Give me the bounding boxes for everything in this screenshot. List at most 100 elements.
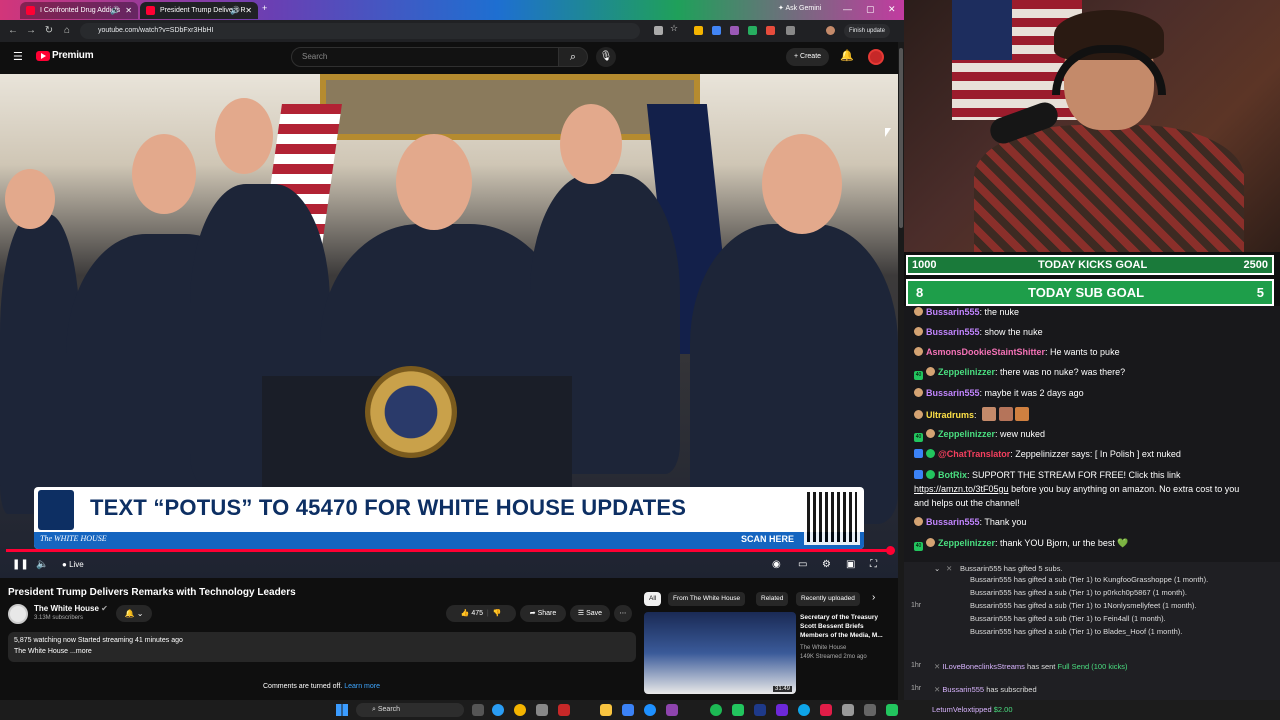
app-icon[interactable]: [644, 704, 656, 716]
app-icon[interactable]: [864, 704, 876, 716]
person-head: [762, 134, 842, 234]
description-stats: 5,875 watching now Started streaming 41 …: [14, 637, 183, 644]
app-icon[interactable]: [820, 704, 832, 716]
share-button[interactable]: ➦ Share: [520, 605, 566, 622]
youtube-premium-label[interactable]: Premium: [52, 50, 94, 61]
home-icon[interactable]: ⌂: [60, 24, 74, 38]
extension-icon[interactable]: [654, 26, 663, 35]
close-window-icon[interactable]: ✕: [888, 4, 896, 15]
bell-icon[interactable]: 🔔: [840, 49, 854, 62]
miniplayer-icon[interactable]: ▣: [846, 559, 855, 570]
app-icon[interactable]: [798, 704, 810, 716]
extension-icon[interactable]: [730, 26, 739, 35]
video-player[interactable]: TEXT “POTUS” TO 45470 FOR WHITE HOUSE UP…: [0, 74, 898, 578]
like-button[interactable]: 👍 475 | 👎: [446, 605, 516, 622]
app-icon[interactable]: [842, 704, 854, 716]
player-controls: ❚❚ 🔈 ● Live ◉ ▭ ⚙ ▣ ⛶: [0, 552, 898, 578]
spotify-icon[interactable]: [710, 704, 722, 716]
extensions-puzzle-icon[interactable]: [786, 26, 795, 35]
youtube-logo-icon[interactable]: [36, 51, 50, 61]
tab-president-trump[interactable]: President Trump Delivers R 🔊 ✕: [140, 2, 258, 19]
app-icon[interactable]: [732, 704, 744, 716]
close-tab-icon[interactable]: ✕: [125, 2, 132, 19]
chrome-icon[interactable]: [514, 704, 526, 716]
scrollbar-thumb[interactable]: [899, 48, 903, 228]
app-icon[interactable]: [754, 704, 766, 716]
search-button[interactable]: ⌕: [558, 47, 588, 67]
bookmark-icon[interactable]: ☆: [670, 23, 679, 33]
chat-message: Bussarin555: the nuke: [914, 306, 1274, 318]
kicks-goal-label: TODAY KICKS GOAL: [1038, 259, 1148, 271]
menu-icon[interactable]: ☰: [13, 50, 23, 63]
edge-icon[interactable]: [492, 704, 504, 716]
related-video-title[interactable]: Secretary of the Treasury Scott Bessent …: [800, 613, 892, 640]
chat-message: Bussarin555: maybe it was 2 days ago: [914, 387, 1274, 399]
gemini-button[interactable]: ✦ Ask Gemini: [778, 4, 821, 12]
tab-drug-addicts[interactable]: I Confronted Drug Addicts 🔊 ✕: [20, 2, 138, 19]
fullscreen-icon[interactable]: ⛶: [870, 559, 877, 570]
url-field[interactable]: youtube.com/watch?v=SDbFxr3HbHI: [80, 23, 640, 39]
forward-icon[interactable]: →: [24, 24, 38, 38]
play-pause-icon[interactable]: ❚❚: [12, 559, 29, 570]
new-tab-icon[interactable]: +: [262, 3, 267, 13]
extension-icon[interactable]: [748, 26, 757, 35]
close-tab-icon[interactable]: ✕: [245, 2, 252, 19]
sub-goal-target: 5: [1256, 285, 1264, 300]
windows-start-icon[interactable]: [336, 704, 348, 716]
app-icon[interactable]: [536, 704, 548, 716]
related-video-thumbnail[interactable]: 31:49: [644, 612, 796, 694]
save-button[interactable]: ☰ Save: [570, 605, 610, 622]
bell-icon: 🔔: [124, 609, 135, 618]
back-icon[interactable]: ←: [6, 24, 20, 38]
search-icon: ⌕: [569, 51, 577, 63]
person-head: [132, 134, 196, 214]
create-button[interactable]: + Create: [786, 48, 830, 66]
description-more[interactable]: The White House ...more: [14, 648, 92, 655]
app-icon[interactable]: [666, 704, 678, 716]
related-video-channel[interactable]: The White House: [800, 645, 846, 651]
more-actions-button[interactable]: ⋯: [614, 605, 632, 622]
chip-all[interactable]: All: [644, 592, 662, 606]
app-icon[interactable]: [886, 704, 898, 716]
banner-strip: [34, 532, 864, 549]
description-box[interactable]: 5,875 watching now Started streaming 41 …: [8, 632, 636, 662]
reload-icon[interactable]: ↻: [42, 24, 56, 38]
voice-search-button[interactable]: 🎙: [596, 47, 616, 67]
chip-recently-uploaded[interactable]: Recently uploaded: [796, 592, 860, 606]
account-avatar[interactable]: [868, 49, 884, 65]
like-icon: 👍: [460, 610, 470, 617]
chip-related[interactable]: Related: [756, 592, 789, 606]
captions-icon[interactable]: ▭: [798, 559, 807, 570]
file-explorer-icon[interactable]: [600, 704, 612, 716]
channel-avatar[interactable]: [8, 604, 28, 624]
notifications-button[interactable]: 🔔 ⌄: [116, 605, 152, 622]
chat-link[interactable]: https://amzn.to/3tF05gu: [914, 484, 1009, 494]
taskbar-search[interactable]: ⌕ Search: [356, 703, 464, 717]
extension-icon[interactable]: [712, 26, 721, 35]
obs-icon[interactable]: [558, 704, 570, 716]
channel-name[interactable]: The White House ✔: [34, 604, 108, 613]
app-icon[interactable]: [622, 704, 634, 716]
chevron-right-icon[interactable]: ›: [872, 592, 875, 603]
audio-icon[interactable]: 🔊: [230, 2, 240, 19]
volume-icon[interactable]: 🔈: [36, 559, 48, 570]
finish-update-button[interactable]: Finish update: [844, 24, 891, 38]
expand-chevron-icon[interactable]: ⌄: [934, 564, 940, 574]
settings-icon[interactable]: ⚙: [822, 559, 831, 570]
profile-avatar-icon[interactable]: [826, 26, 835, 35]
app-icon[interactable]: [776, 704, 788, 716]
stream-chat: Bussarin555: the nuke Bussarin555: show …: [904, 306, 1280, 562]
learn-more-link[interactable]: Learn more: [344, 683, 380, 690]
subscriber-count: 3.13M subscribers: [34, 615, 84, 621]
search-input[interactable]: Search: [291, 47, 559, 67]
user-badge-icon: [926, 367, 935, 376]
extension-icon[interactable]: [766, 26, 775, 35]
chip-from-white-house[interactable]: From The White House: [668, 592, 746, 606]
maximize-icon[interactable]: ▢: [866, 4, 875, 15]
audio-icon[interactable]: 🔊: [110, 2, 120, 19]
minimize-icon[interactable]: —: [843, 4, 852, 14]
live-label[interactable]: ● Live: [62, 560, 84, 569]
task-view-icon[interactable]: [472, 704, 484, 716]
autoplay-toggle-icon[interactable]: ◉: [772, 559, 781, 570]
extension-icon[interactable]: [694, 26, 703, 35]
